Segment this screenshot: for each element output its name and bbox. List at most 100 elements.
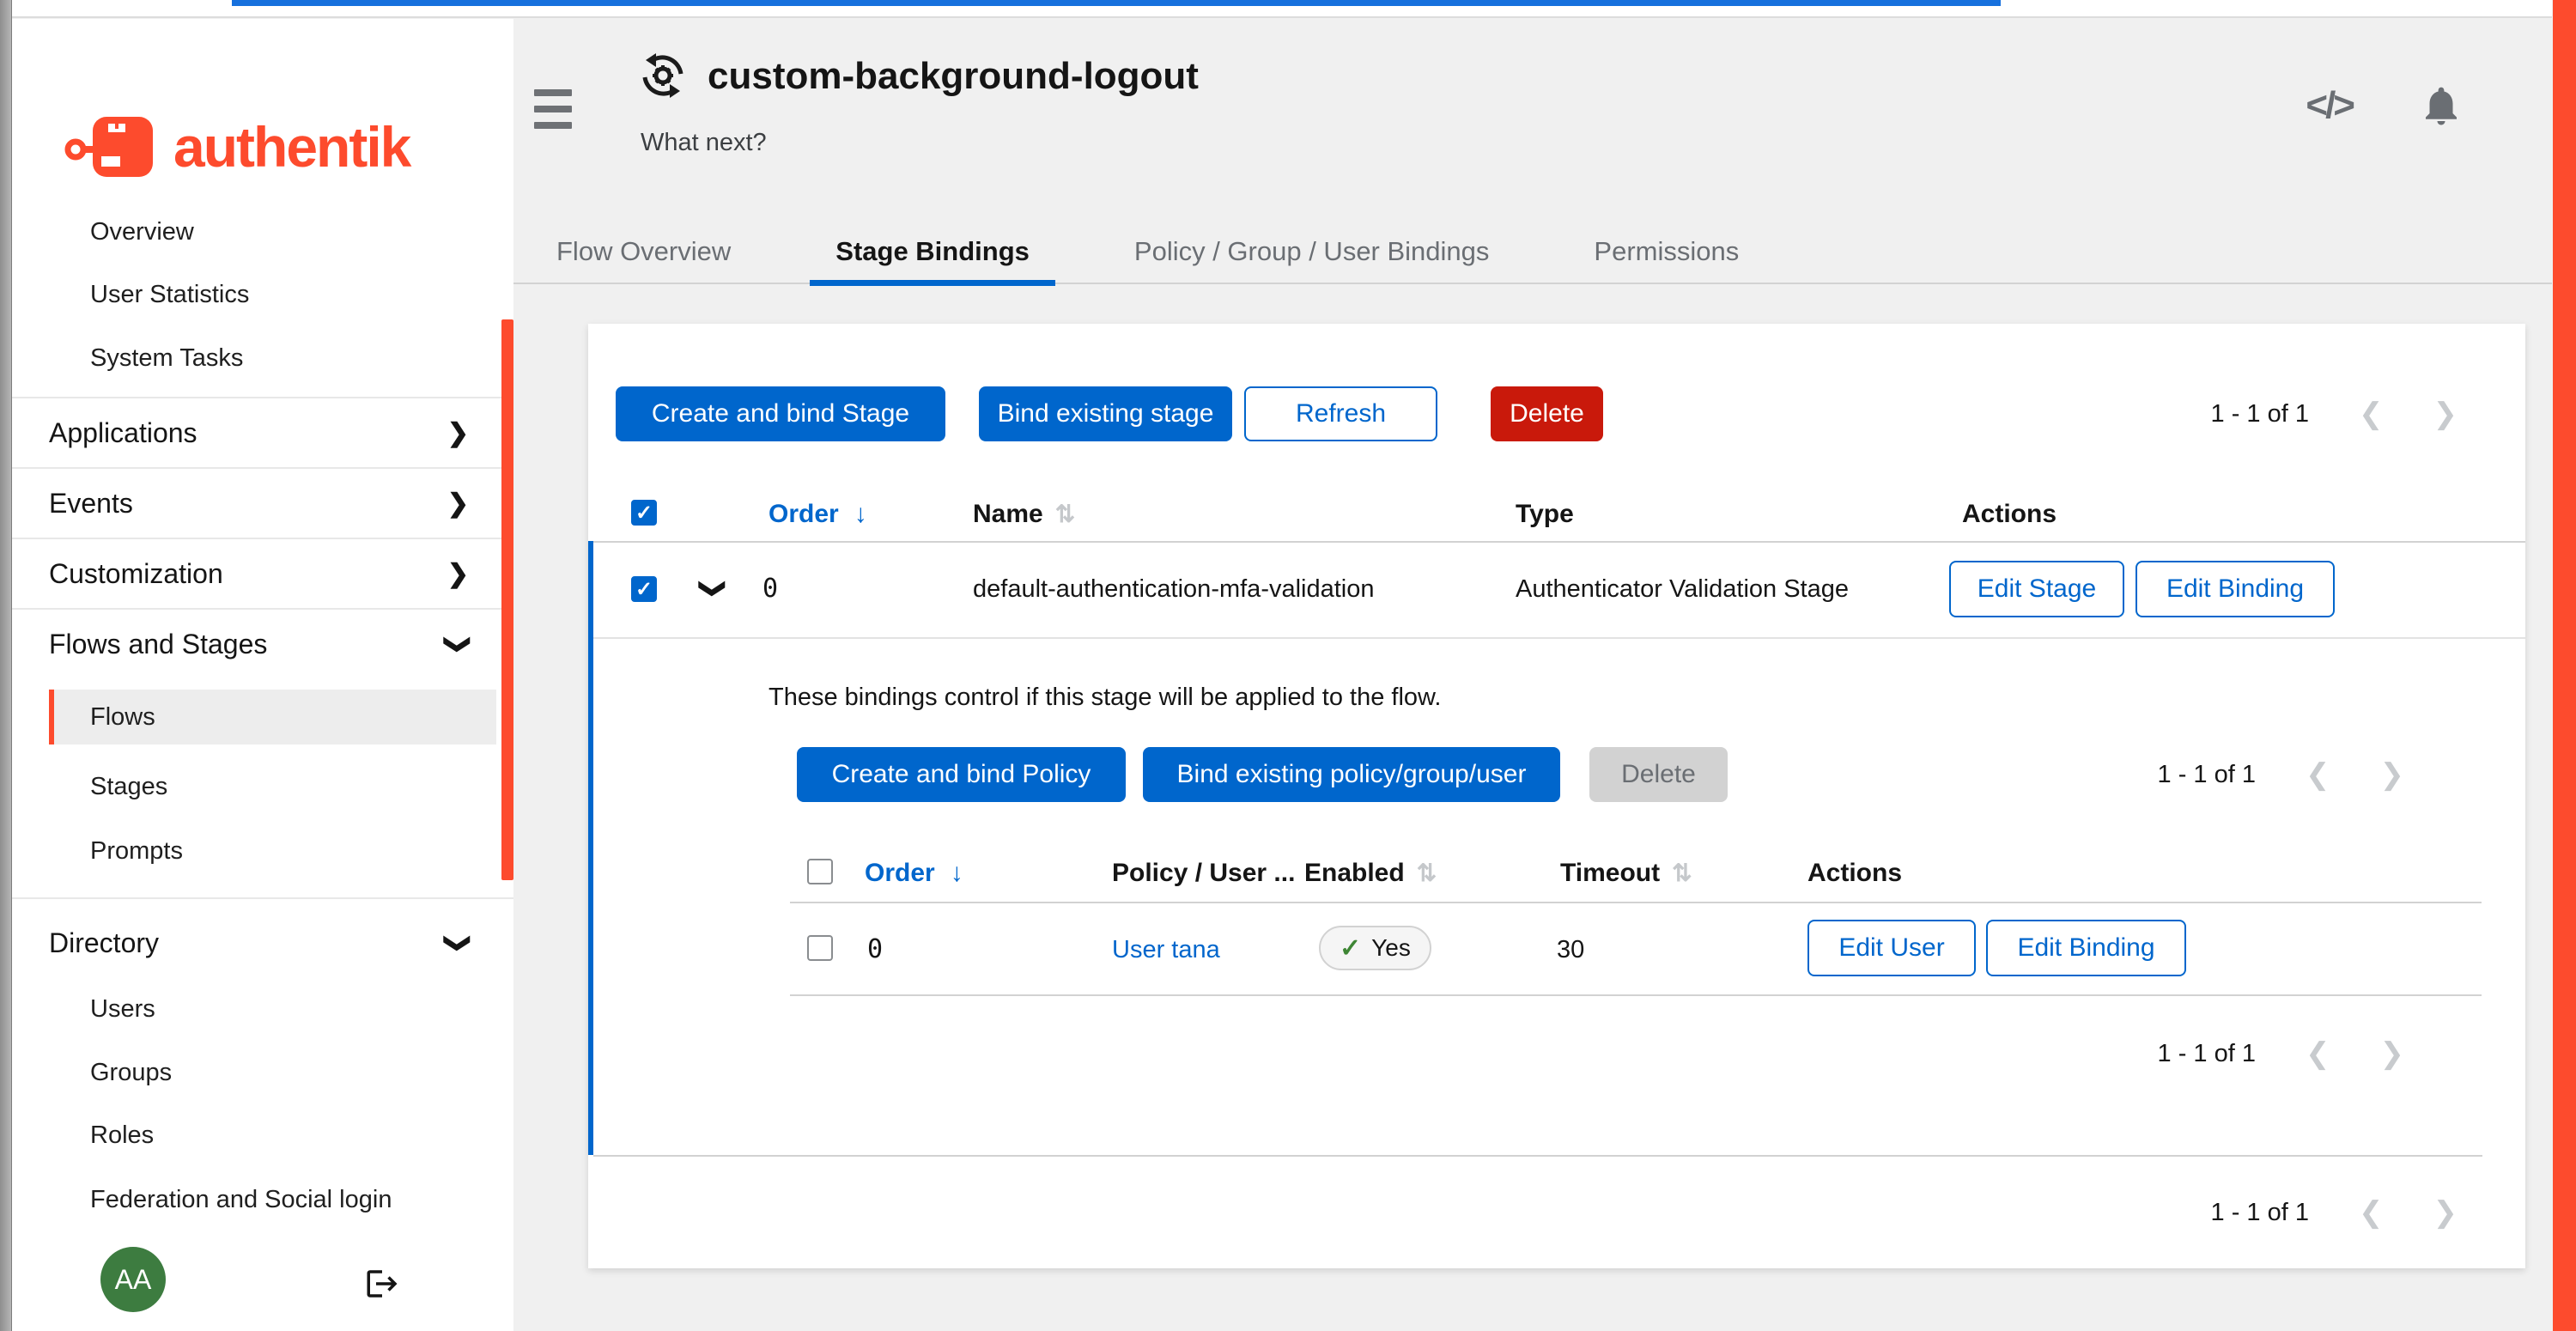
sidebar-scrollbar[interactable] xyxy=(501,319,513,880)
pagination-label: 1 - 1 of 1 xyxy=(2211,1199,2309,1227)
page-subtitle: What next? xyxy=(641,129,767,157)
tab-permissions[interactable]: Permissions xyxy=(1568,219,1765,284)
inner-pagination-bottom: 1 - 1 of 1 ❮ ❯ xyxy=(2158,1039,2404,1068)
sidebar-item-users[interactable]: Users xyxy=(49,982,496,1036)
pagination-prev-icon[interactable]: ❮ xyxy=(2306,760,2330,789)
inner-column-header-order[interactable]: Order ↓ xyxy=(865,859,963,888)
refresh-button[interactable]: Refresh xyxy=(1244,386,1437,441)
column-label: Policy / User ... xyxy=(1112,859,1295,887)
pagination-bottom: 1 - 1 of 1 ❮ ❯ xyxy=(2211,1198,2458,1227)
sidebar-section-label: Flows and Stages xyxy=(49,629,267,660)
sort-icon: ⇅ xyxy=(1672,860,1692,886)
inner-column-header-enabled[interactable]: Enabled⇅ xyxy=(1304,859,1437,888)
column-label: Type xyxy=(1516,500,1574,528)
create-and-bind-stage-button[interactable]: Create and bind Stage xyxy=(616,386,945,441)
select-all-checkbox[interactable]: ✓ xyxy=(631,500,657,526)
tab-flow-overview[interactable]: Flow Overview xyxy=(531,219,756,284)
sidebar-section-flows-and-stages[interactable]: Flows and Stages ❯ xyxy=(12,610,513,678)
inner-column-header-policy-user: Policy / User ... xyxy=(1112,859,1295,888)
sort-descending-icon: ↓ xyxy=(951,859,963,887)
chevron-down-icon: ❯ xyxy=(443,633,473,654)
expanded-description: These bindings control if this stage wil… xyxy=(769,684,1441,712)
column-label: Timeout xyxy=(1560,859,1660,887)
pagination-prev-icon[interactable]: ❮ xyxy=(2359,1198,2384,1227)
bind-existing-stage-button[interactable]: Bind existing stage xyxy=(979,386,1232,441)
column-label: Enabled xyxy=(1304,859,1405,887)
pagination-prev-icon[interactable]: ❮ xyxy=(2359,399,2384,428)
chevron-right-icon: ❯ xyxy=(447,418,469,448)
loading-progress-bar xyxy=(232,0,2001,6)
tab-label: Permissions xyxy=(1594,236,1739,267)
column-header-actions: Actions xyxy=(1962,500,2057,529)
sidebar-item-flows[interactable]: Flows xyxy=(49,690,496,745)
pagination-top: 1 - 1 of 1 ❮ ❯ xyxy=(2211,399,2458,428)
pagination-next-icon[interactable]: ❯ xyxy=(2433,399,2458,428)
sidebar-item-system-tasks[interactable]: System Tasks xyxy=(49,331,496,386)
sidebar-section-label: Directory xyxy=(49,927,159,959)
hamburger-menu-icon[interactable] xyxy=(534,89,572,129)
enabled-status-badge: ✓ Yes xyxy=(1319,926,1431,970)
sidebar-item-prompts[interactable]: Prompts xyxy=(49,824,496,878)
inner-row-checkbox[interactable] xyxy=(807,935,833,961)
create-and-bind-policy-button[interactable]: Create and bind Policy xyxy=(797,747,1126,802)
column-label: Name xyxy=(973,500,1043,528)
sidebar-section-directory[interactable]: Directory ❯ xyxy=(12,909,513,977)
sidebar-item-groups[interactable]: Groups xyxy=(49,1045,496,1100)
table-header-rule xyxy=(588,541,2525,543)
row-checkbox[interactable]: ✓ xyxy=(631,576,657,602)
inner-select-all-checkbox[interactable] xyxy=(807,859,833,884)
sidebar-item-label: Stages xyxy=(90,773,167,801)
inner-cell-timeout: 30 xyxy=(1557,936,1584,964)
pagination-next-icon[interactable]: ❯ xyxy=(2433,1198,2458,1227)
tab-policy-group-user-bindings[interactable]: Policy / Group / User Bindings xyxy=(1109,219,1516,284)
tab-stage-bindings[interactable]: Stage Bindings xyxy=(810,219,1055,284)
sidebar-item-user-statistics[interactable]: User Statistics xyxy=(49,267,496,322)
notifications-bell-icon[interactable] xyxy=(2418,82,2464,129)
column-header-name[interactable]: Name⇅ xyxy=(973,500,1075,529)
sidebar-section-applications[interactable]: Applications ❯ xyxy=(12,398,513,467)
page-title: custom-background-logout xyxy=(708,55,1199,98)
flow-process-icon xyxy=(639,52,687,100)
column-label: Order xyxy=(865,859,935,887)
sidebar-section-events[interactable]: Events ❯ xyxy=(12,469,513,538)
authentik-logo[interactable]: authentik xyxy=(64,112,410,182)
edit-binding-button[interactable]: Edit Binding xyxy=(2136,561,2335,617)
pagination-next-icon[interactable]: ❯ xyxy=(2380,1039,2405,1068)
sidebar-item-federation[interactable]: Federation and Social login xyxy=(49,1172,496,1227)
header-icons: </> xyxy=(2306,82,2464,129)
column-header-order[interactable]: Order↓ xyxy=(769,500,867,529)
edit-stage-button[interactable]: Edit Stage xyxy=(1949,561,2124,617)
check-icon: ✓ xyxy=(1340,933,1361,963)
page-scrollbar[interactable] xyxy=(2553,0,2576,1331)
pagination-prev-icon[interactable]: ❮ xyxy=(2306,1039,2330,1068)
logout-icon[interactable] xyxy=(364,1266,400,1302)
cell-name: default-authentication-mfa-validation xyxy=(973,575,1375,604)
inner-pagination-top: 1 - 1 of 1 ❮ ❯ xyxy=(2158,760,2404,789)
sidebar-item-label: Users xyxy=(90,995,155,1024)
bind-existing-policy-button[interactable]: Bind existing policy/group/user xyxy=(1143,747,1560,802)
avatar[interactable]: AA xyxy=(100,1247,166,1312)
selected-row-indicator xyxy=(588,541,593,1155)
chevron-right-icon: ❯ xyxy=(447,559,469,589)
row-expand-chevron-icon[interactable]: ❯ xyxy=(698,578,728,599)
inner-cell-policy-user-link[interactable]: User tana xyxy=(1112,936,1220,964)
sidebar-item-label: System Tasks xyxy=(90,344,243,373)
edit-user-button[interactable]: Edit User xyxy=(1807,920,1976,976)
api-code-icon[interactable]: </> xyxy=(2306,84,2353,127)
delete-binding-button-disabled[interactable]: Delete xyxy=(1589,747,1728,802)
pagination-next-icon[interactable]: ❯ xyxy=(2380,760,2405,789)
sidebar-item-overview[interactable]: Overview xyxy=(49,204,496,259)
sidebar-section-customization[interactable]: Customization ❯ xyxy=(12,539,513,608)
sidebar-item-stages[interactable]: Stages xyxy=(49,759,496,814)
inner-column-header-timeout[interactable]: Timeout ⇅ xyxy=(1560,859,1692,888)
pagination-label: 1 - 1 of 1 xyxy=(2158,1040,2256,1068)
inner-edit-binding-button[interactable]: Edit Binding xyxy=(1986,920,2186,976)
sidebar: authentik Overview User Statistics Syste… xyxy=(12,19,513,1331)
authentik-logo-text: authentik xyxy=(173,114,410,179)
sidebar-item-label: Groups xyxy=(90,1059,172,1087)
sidebar-item-roles[interactable]: Roles xyxy=(49,1108,496,1163)
sidebar-section-label: Customization xyxy=(49,558,223,590)
sort-descending-icon: ↓ xyxy=(854,500,867,528)
row-rule xyxy=(593,637,2525,639)
delete-button[interactable]: Delete xyxy=(1491,386,1603,441)
